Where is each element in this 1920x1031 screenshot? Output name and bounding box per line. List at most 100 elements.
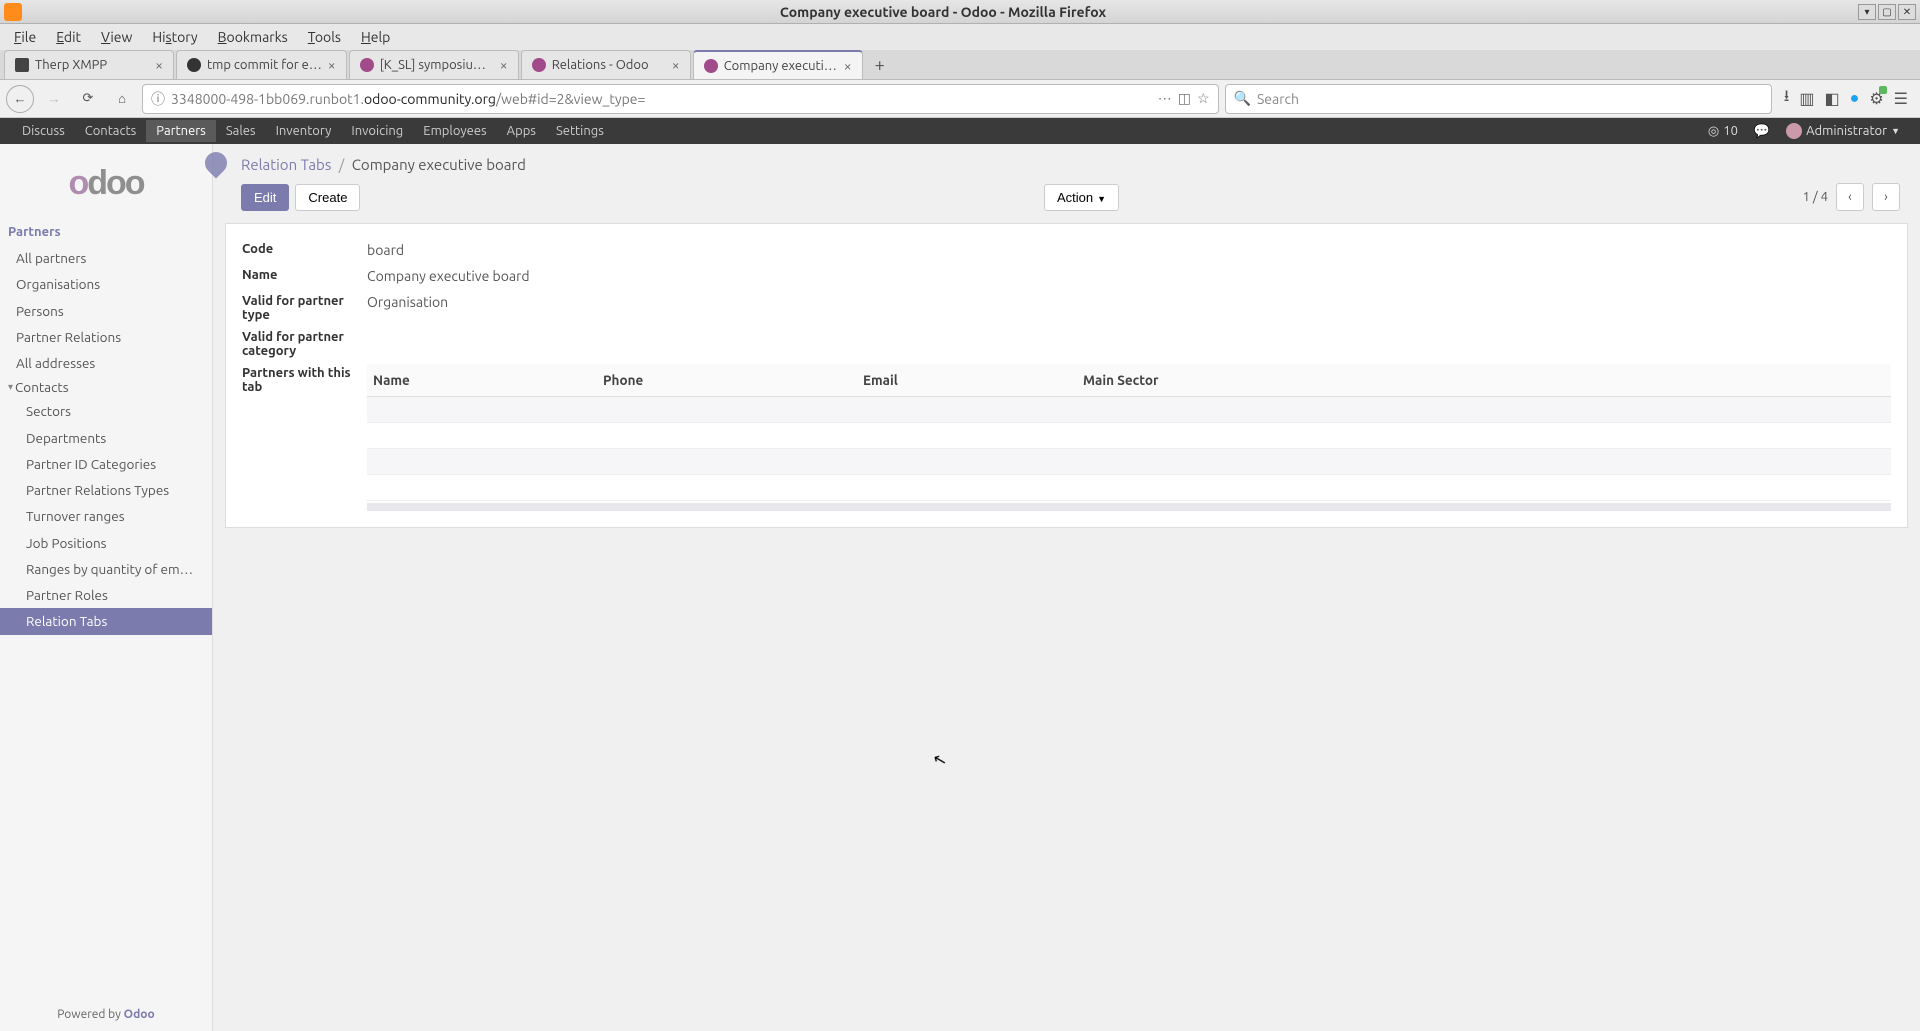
nav-settings[interactable]: Settings <box>546 120 614 142</box>
nav-home-button[interactable]: ⌂ <box>108 85 136 113</box>
tab-close-icon[interactable]: × <box>155 57 163 73</box>
bookmark-star-icon[interactable]: ☆ <box>1197 90 1210 107</box>
side-menu: Partners All partners Organisations Pers… <box>0 219 212 998</box>
tab-close-icon[interactable]: × <box>672 57 680 73</box>
browser-tab-1[interactable]: tmp commit for e… × <box>176 50 347 79</box>
pager-prev-button[interactable]: ‹ <box>1836 183 1864 211</box>
nav-apps[interactable]: Apps <box>497 120 546 142</box>
edit-button[interactable]: Edit <box>241 184 289 211</box>
reader-mode-icon[interactable]: ◫ <box>1178 90 1191 107</box>
sidebar-partner-relations-types[interactable]: Partner Relations Types <box>0 477 212 503</box>
hamburger-menu-icon[interactable]: ☰ <box>1894 89 1908 108</box>
notif-count: 10 <box>1723 124 1738 138</box>
window-close-button[interactable]: ✕ <box>1898 4 1916 20</box>
action-dropdown-button[interactable]: Action▼ <box>1044 184 1119 211</box>
nav-contacts[interactable]: Contacts <box>75 120 147 142</box>
tab-label: [K_SL] symposiu… <box>380 58 494 72</box>
table-row[interactable] <box>367 475 1891 501</box>
menu-file[interactable]: File <box>6 27 44 47</box>
sidebar-ranges-by-quantity[interactable]: Ranges by quantity of em… <box>0 556 212 582</box>
sidebar-sectors[interactable]: Sectors <box>0 398 212 424</box>
extension-icon[interactable]: ● <box>1850 89 1860 108</box>
browser-tab-3[interactable]: Relations - Odoo × <box>521 50 691 79</box>
table-row[interactable] <box>367 423 1891 449</box>
sidebar-group-partners[interactable]: Partners <box>0 219 212 245</box>
sidebar-job-positions[interactable]: Job Positions <box>0 530 212 556</box>
sidebar: odoo Partners All partners Organisations… <box>0 144 213 1031</box>
menu-edit[interactable]: Edit <box>48 27 89 47</box>
info-icon[interactable]: ⓘ <box>151 89 165 109</box>
library-icon[interactable]: ▥ <box>1799 89 1814 108</box>
browser-tab-4[interactable]: Company executi… × <box>693 50 863 79</box>
nav-inventory[interactable]: Inventory <box>266 120 342 142</box>
sidebar-relation-tabs[interactable]: Relation Tabs <box>0 608 212 634</box>
tab-favicon-icon <box>187 58 201 72</box>
extension-badge-icon[interactable]: ⚙ <box>1869 89 1883 108</box>
nav-user-menu[interactable]: Administrator ▼ <box>1778 119 1908 143</box>
search-placeholder: Search <box>1257 91 1299 107</box>
sidebar-all-partners[interactable]: All partners <box>0 245 212 271</box>
sidebar-departments[interactable]: Departments <box>0 425 212 451</box>
sidebar-persons[interactable]: Persons <box>0 298 212 324</box>
column-header-email[interactable]: Email <box>857 364 1077 397</box>
nav-messages[interactable]: 💬 <box>1746 120 1778 143</box>
search-bar[interactable]: 🔍 Search <box>1225 84 1772 114</box>
pager-position[interactable]: 1 / 4 <box>1803 190 1828 204</box>
nav-sales[interactable]: Sales <box>216 120 266 142</box>
search-icon: 🔍 <box>1234 90 1251 107</box>
sidebar-icon[interactable]: ◧ <box>1825 89 1840 108</box>
tab-close-icon[interactable]: × <box>844 58 852 74</box>
window-title: Company executive board - Odoo - Mozilla… <box>28 4 1858 20</box>
menu-history[interactable]: History <box>144 27 205 47</box>
downloads-icon[interactable]: ⭳ <box>1784 85 1790 112</box>
sidebar-partner-id-categories[interactable]: Partner ID Categories <box>0 451 212 477</box>
field-label-partners-tab: Partners with this tab <box>242 364 357 501</box>
tab-close-icon[interactable]: × <box>328 57 336 73</box>
url-more-icon[interactable]: ⋯ <box>1158 90 1172 107</box>
url-bar[interactable]: ⓘ 3348000-498-1bb069.runbot1.odoo-commun… <box>142 84 1219 114</box>
sidebar-partner-relations[interactable]: Partner Relations <box>0 324 212 350</box>
tab-close-icon[interactable]: × <box>500 57 508 73</box>
sidebar-contacts-toggle[interactable]: ▾Contacts <box>0 376 212 398</box>
partners-table: Name Phone Email Main Sector <box>367 364 1891 501</box>
sidebar-turnover-ranges[interactable]: Turnover ranges <box>0 503 212 529</box>
nav-forward-button[interactable]: → <box>40 85 68 113</box>
menu-help[interactable]: Help <box>353 27 398 47</box>
nav-partners[interactable]: Partners <box>146 120 216 142</box>
nav-discuss[interactable]: Discuss <box>12 120 75 142</box>
avatar-icon <box>1786 123 1802 139</box>
table-row[interactable] <box>367 449 1891 475</box>
window-minimize-button[interactable]: ▾ <box>1858 4 1876 20</box>
browser-tab-2[interactable]: [K_SL] symposiu… × <box>349 50 519 79</box>
nav-back-button[interactable]: ← <box>6 85 34 113</box>
breadcrumb: Relation Tabs / Company executive board <box>213 144 1920 177</box>
tab-label: tmp commit for e… <box>207 58 322 72</box>
menu-tools[interactable]: Tools <box>300 27 349 47</box>
nav-employees[interactable]: Employees <box>413 120 496 142</box>
table-row[interactable] <box>367 397 1891 423</box>
menu-view[interactable]: View <box>93 27 140 47</box>
sidebar-organisations[interactable]: Organisations <box>0 271 212 297</box>
column-header-name[interactable]: Name <box>367 364 597 397</box>
new-tab-button[interactable]: + <box>865 50 895 79</box>
window-maximize-button[interactable]: ▢ <box>1878 4 1896 20</box>
breadcrumb-parent[interactable]: Relation Tabs <box>241 156 331 173</box>
browser-tab-0[interactable]: Therp XMPP × <box>4 50 174 79</box>
browser-tabstrip: Therp XMPP × tmp commit for e… × [K_SL] … <box>0 50 1920 80</box>
nav-notifications[interactable]: ◎ 10 <box>1700 120 1746 143</box>
column-header-main-sector[interactable]: Main Sector <box>1077 364 1891 397</box>
caret-down-icon: ▾ <box>8 381 13 393</box>
sidebar-partner-roles[interactable]: Partner Roles <box>0 582 212 608</box>
powered-brand[interactable]: Odoo <box>124 1008 155 1021</box>
url-text: 3348000-498-1bb069.runbot1.odoo-communit… <box>171 91 1152 107</box>
menu-bookmarks[interactable]: Bookmarks <box>210 27 296 47</box>
column-header-phone[interactable]: Phone <box>597 364 857 397</box>
create-button[interactable]: Create <box>295 184 360 211</box>
tab-label: Therp XMPP <box>35 58 149 72</box>
nav-invoicing[interactable]: Invoicing <box>341 120 413 142</box>
odoo-logo[interactable]: odoo <box>0 144 212 219</box>
pager-next-button[interactable]: › <box>1872 183 1900 211</box>
nav-reload-button[interactable]: ⟳ <box>74 85 102 113</box>
sidebar-all-addresses[interactable]: All addresses <box>0 350 212 376</box>
tab-favicon-icon <box>360 58 374 72</box>
